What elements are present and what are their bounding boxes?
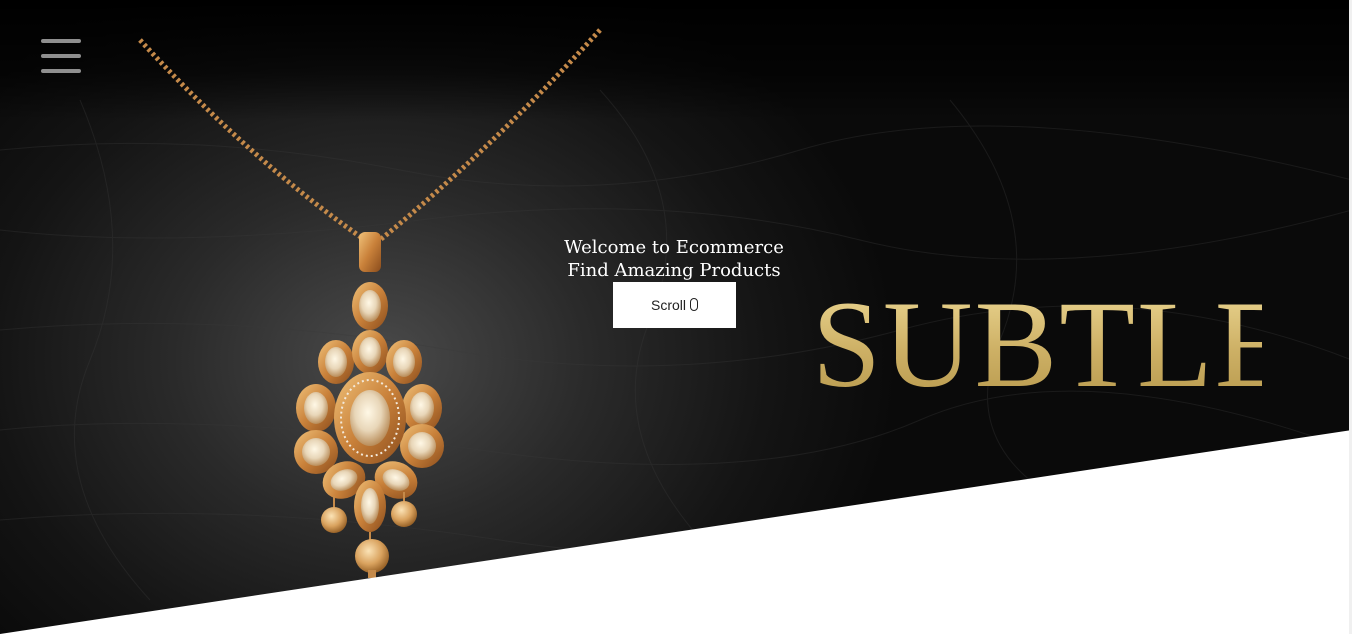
scroll-button-label: Scroll xyxy=(650,297,686,313)
brand-word-subtle: SUBTLE xyxy=(812,276,1293,413)
menu-bar-bottom xyxy=(41,69,81,73)
menu-bar-top xyxy=(41,39,81,43)
menu-bar-middle xyxy=(41,54,81,58)
mouse-icon xyxy=(690,297,698,311)
hamburger-menu-icon[interactable] xyxy=(40,38,82,76)
hero-welcome-text: Welcome to Ecommerce Find Amazing Produc… xyxy=(540,236,808,282)
scroll-button[interactable]: Scroll xyxy=(613,282,736,328)
welcome-subheading: Find Amazing Products xyxy=(567,260,781,281)
welcome-heading: Welcome to Ecommerce xyxy=(564,237,784,258)
